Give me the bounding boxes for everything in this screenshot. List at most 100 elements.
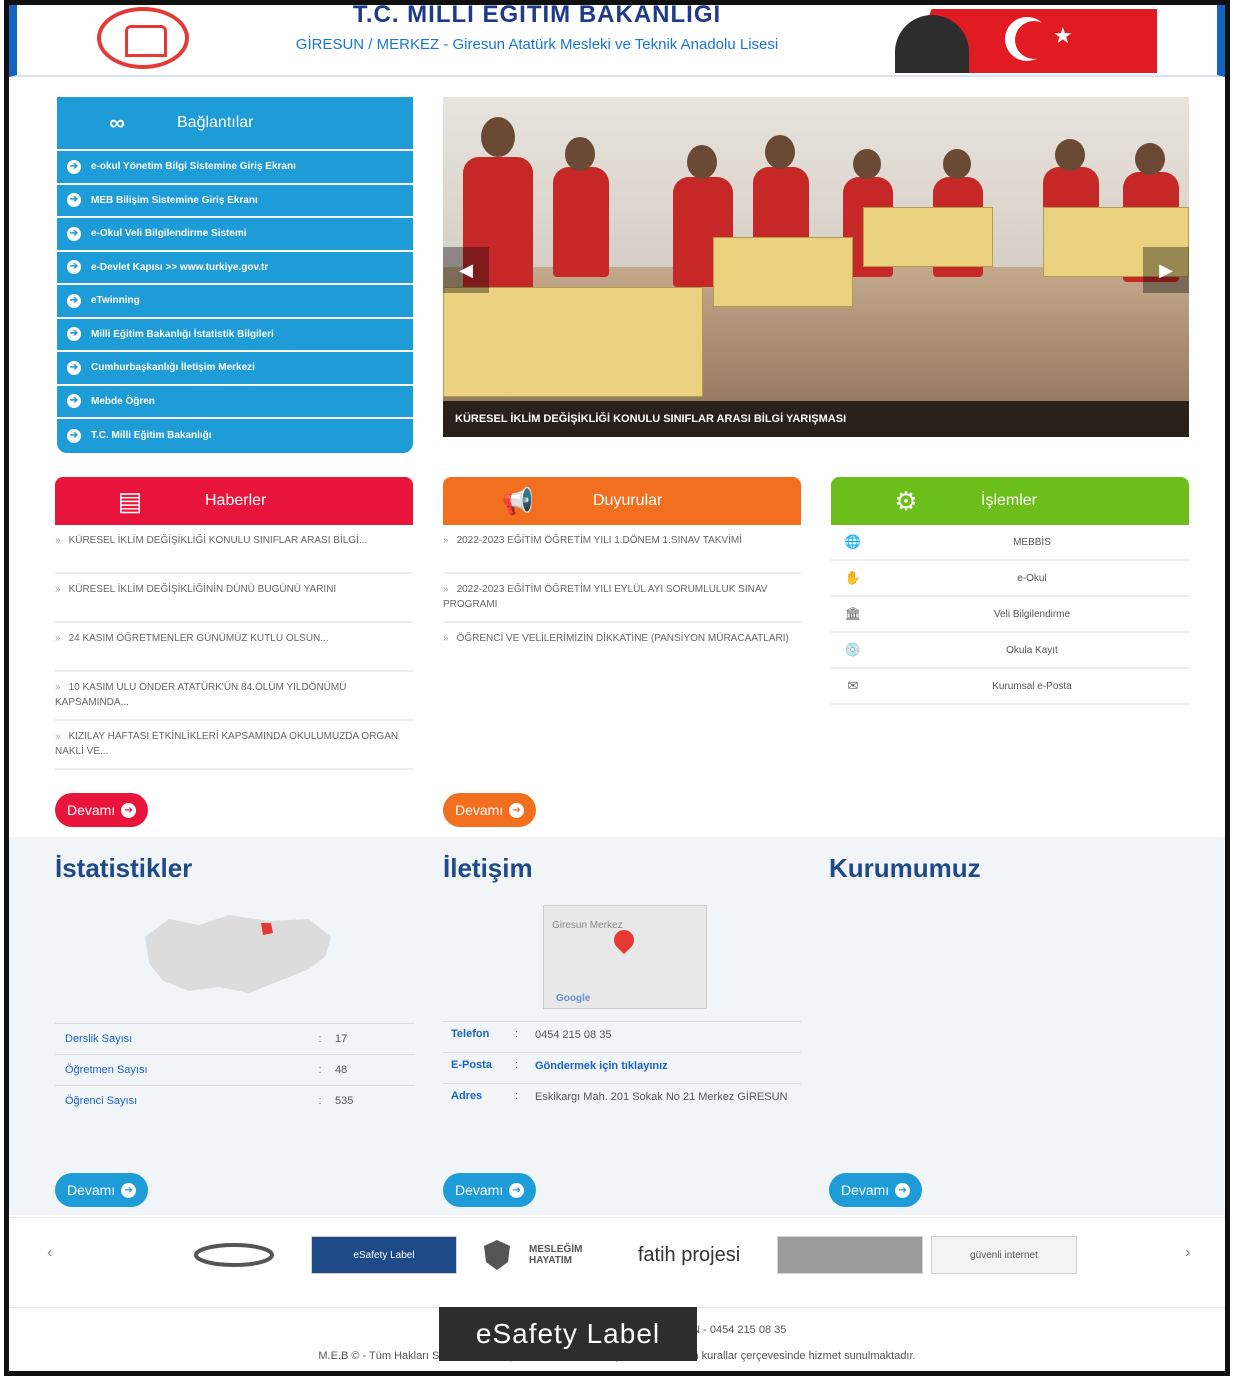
partner-emblem-icon (194, 1243, 274, 1267)
news-item[interactable]: » KIZILAY HAFTASI ETKİNLİKLERİ KAPSAMINDA… (55, 721, 413, 770)
stats-more-button[interactable]: Devamı ➔ (55, 1173, 149, 1207)
link-item[interactable]: ➔ MEB Bilişim Sistemine Giriş Ekranı (57, 185, 413, 218)
arrow-right-icon: ➔ (67, 428, 81, 443)
location-map[interactable]: Giresun Merkez Google (543, 905, 707, 1009)
contact-row[interactable]: E-Posta: Göndermek için tıklayınız (443, 1052, 801, 1083)
arrow-right-icon: ➔ (67, 260, 81, 275)
link-item[interactable]: ➔ e-Devlet Kapısı >> www.turkiye.gov.tr (57, 252, 413, 285)
ministry-title: T.C. MİLLİ EĞİTİM BAKANLIĞI (352, 1, 722, 28)
contact-title: İletişim (443, 853, 533, 883)
operation-item-veli[interactable]: 🏛 Veli Bilgilendirme (831, 597, 1189, 633)
news-item[interactable]: » 24 KASIM ÖĞRETMENLER GÜNÜMÜZ KUTLU OLSU… (55, 623, 413, 672)
news-item[interactable]: » 10 KASIM ULU ÖNDER ATATÜRK'ÜN 84.ÖLÜM Y… (55, 672, 413, 721)
building-icon: 🏛 (844, 606, 862, 621)
globe-icon: 🌐 (844, 534, 862, 549)
megaphone-icon: 📢 (501, 485, 535, 516)
operation-item-eposta[interactable]: ✉ Kurumsal e-Posta (831, 669, 1189, 705)
meb-logo[interactable] (97, 7, 189, 69)
partner-logo[interactable] (777, 1236, 923, 1274)
carousel-next-icon[interactable]: › (1185, 1244, 1190, 1262)
operations-header[interactable]: ⚙ İşlemler (831, 477, 1189, 525)
chevron-right-icon: » (443, 633, 449, 644)
link-item[interactable]: ➔ T.C. Milli Eğitim Bakanlığı (57, 419, 413, 453)
links-title: Bağlantılar (177, 114, 254, 131)
stats-title: İstatistikler (55, 853, 193, 883)
announcement-item[interactable]: » 2022-2023 EĞİTİM ÖĞRETİM YILI EYLÜL AYI… (443, 574, 801, 623)
page-frame: T.C. MİLLİ EĞİTİM BAKANLIĞI GİRESUN / ME… (4, 0, 1230, 1376)
link-item[interactable]: ➔ eTwinning (57, 285, 413, 319)
hand-icon: ✋ (844, 570, 862, 585)
operation-item-mebbis[interactable]: 🌐 MEBBİS (831, 525, 1189, 561)
school-name: GİRESUN / MERKEZ - Giresun Atatürk Mesle… (295, 36, 779, 53)
announcements-header[interactable]: 📢 Duyurular (443, 477, 801, 525)
operations-panel: ⚙ İşlemler 🌐 MEBBİS ✋ e-Okul 🏛 Veli Bilgile… (831, 477, 1189, 705)
links-panel: ∞ Bağlantılar ➔ e-okul Yönetim Bilgi Sist… (57, 97, 413, 453)
announcements-more-button[interactable]: Devamı ➔ (443, 793, 537, 827)
link-item[interactable]: ➔ Milli Eğitim Bakanlığı İstatistik Bilgi… (57, 319, 413, 352)
stats-row: Öğrenci Sayısı:535 (55, 1085, 415, 1116)
meslegim-hayatim-logo[interactable]: MESLEĞİM HAYATIM (529, 1236, 599, 1274)
map-marker-icon (261, 923, 273, 935)
header: T.C. MİLLİ EĞİTİM BAKANLIĞI GİRESUN / ME… (9, 5, 1225, 77)
carousel-prev-icon[interactable]: ‹ (47, 1244, 52, 1262)
fatih-projesi-logo[interactable]: fatih projesi (619, 1236, 759, 1274)
institution-more-button[interactable]: Devamı ➔ (829, 1173, 923, 1207)
operation-item-eokul[interactable]: ✋ e-Okul (831, 561, 1189, 597)
stats-table: Derslik Sayısı:17 Öğretmen Sayısı:48 Öğr… (55, 1023, 415, 1116)
chevron-right-icon: » (55, 584, 61, 595)
link-item[interactable]: ➔ e-Okul Veli Bilgilendirme Sistemi (57, 218, 413, 252)
chevron-right-icon: » (443, 584, 449, 595)
operations-title: İşlemler (981, 492, 1038, 509)
news-panel: ▤ Haberler » KÜRESEL İKLİM DEĞİŞİKLİĞİ KO… (55, 477, 413, 770)
arrow-right-icon: ➔ (121, 802, 137, 818)
shield-icon (484, 1240, 510, 1270)
stats-row: Öğretmen Sayısı:48 (55, 1054, 415, 1085)
newspaper-icon: ▤ (117, 485, 143, 516)
announcements-panel: 📢 Duyurular » 2022-2023 EĞİTİM ÖĞRETİM YI… (443, 477, 801, 672)
arrow-right-icon: ➔ (67, 226, 81, 241)
arrow-right-icon: ➔ (67, 360, 81, 375)
contact-row: Adres: Eskikargı Mah. 201 Sokak No 21 Mer… (443, 1083, 801, 1114)
photo-slider[interactable]: ◀ ▶ KÜRESEL İKLİM DEĞİŞİKLİĞİ KONULU SIN… (443, 97, 1189, 437)
news-more-button[interactable]: Devamı ➔ (55, 793, 149, 827)
disk-icon: 💿 (844, 642, 862, 657)
google-logo: Google (556, 993, 591, 1004)
chevron-right-icon: » (55, 535, 61, 546)
slider-next-button[interactable]: ▶ (1143, 247, 1189, 293)
news-header[interactable]: ▤ Haberler (55, 477, 413, 525)
contact-more-button[interactable]: Devamı ➔ (443, 1173, 537, 1207)
news-item[interactable]: » KÜRESEL İKLİM DEĞİŞİKLİĞİNİN DÜNÜ BUGÜN… (55, 574, 413, 623)
slider-caption[interactable]: KÜRESEL İKLİM DEĞİŞİKLİĞİ KONULU SINIFLA… (455, 413, 846, 425)
partner-badge[interactable] (479, 1236, 515, 1274)
link-item[interactable]: ➔ Cumhurbaşkanlığı İletişim Merkezi (57, 352, 413, 386)
partner-logo[interactable] (189, 1236, 279, 1274)
chevron-right-icon: » (55, 633, 61, 644)
news-title: Haberler (205, 492, 267, 509)
contact-row: Telefon:0454 215 08 35 (443, 1021, 801, 1052)
arrow-right-icon: ➔ (509, 802, 525, 818)
slider-prev-button[interactable]: ◀ (443, 247, 489, 293)
arrow-right-icon: ➔ (67, 327, 81, 342)
gears-icon: ⚙ (894, 485, 918, 516)
operation-item-kayit[interactable]: 💿 Okula Kayıt (831, 633, 1189, 669)
link-item[interactable]: ➔ e-okul Yönetim Bilgi Sistemine Giriş Ek… (57, 151, 413, 185)
link-icon: ∞ (109, 110, 125, 135)
chevron-right-icon: » (55, 682, 61, 693)
chevron-right-icon: » (55, 731, 61, 742)
esafety-label-logo[interactable]: eSafety Label (311, 1236, 457, 1274)
arrow-right-icon: ➔ (121, 1182, 137, 1198)
turkey-map (145, 915, 331, 993)
arrow-right-icon: ➔ (67, 193, 81, 208)
institution-title: Kurumumuz (829, 853, 981, 883)
arrow-right-icon: ➔ (509, 1182, 525, 1198)
arrow-right-icon: ➔ (67, 293, 81, 308)
chevron-right-icon: » (443, 535, 449, 546)
announcement-item[interactable]: » 2022-2023 EĞİTİM ÖĞRETİM YILI 1.DÖNEM 1… (443, 525, 801, 574)
news-item[interactable]: » KÜRESEL İKLİM DEĞİŞİKLİĞİ KONULU SINIFL… (55, 525, 413, 574)
link-item[interactable]: ➔ Mebde Öğren (57, 386, 413, 419)
guvenli-internet-logo[interactable]: güvenli internet (931, 1236, 1077, 1274)
partner-carousel: ‹ eSafety Label MESLEĞİM HAYATIM fatih p… (9, 1217, 1225, 1301)
announcement-item[interactable]: » ÖĞRENCİ VE VELİLERİMİZİN DİKKATİNE (PAN… (443, 623, 801, 672)
esafety-tooltip: eSafety Label (439, 1307, 697, 1361)
contact-table: Telefon:0454 215 08 35 E-Posta: Göndermek… (443, 1021, 801, 1114)
